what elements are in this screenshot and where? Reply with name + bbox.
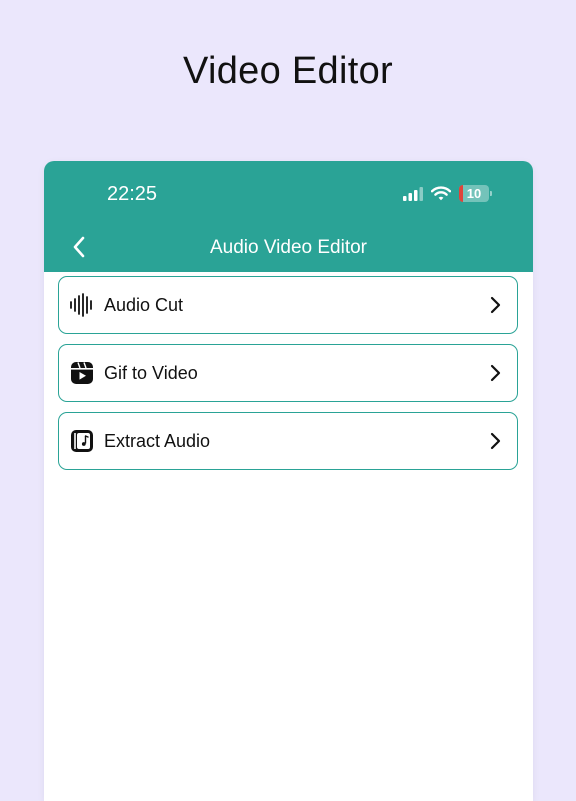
wifi-icon [431,186,451,201]
chevron-right-icon [490,432,501,450]
status-icons: 10 [403,185,492,202]
menu-item-extract-audio[interactable]: Extract Audio [58,412,518,470]
status-time: 22:25 [107,183,158,205]
waveform-icon [69,292,95,318]
video-play-icon [69,360,95,386]
signal-icon [403,186,423,201]
page-headline: Video Editor [183,50,393,92]
menu-item-label: Extract Audio [104,430,211,451]
chevron-right-icon [490,364,501,382]
phone-screen: 22:25 10 Audio Video Editor Audio Cut Gi… [44,161,533,801]
menu-item-audio-cut[interactable]: Audio Cut [58,276,518,334]
app-bar-title: Audio Video Editor [209,237,368,258]
menu-item-label: Gif to Video [104,362,198,383]
chevron-right-icon [490,296,501,314]
music-file-icon [69,428,95,454]
battery-level: 10 [466,186,482,201]
menu-item-gif-to-video[interactable]: Gif to Video [58,344,518,402]
menu-list: Audio Cut Gif to Video Extract Audio [44,272,533,470]
app-bar: 22:25 10 Audio Video Editor [44,161,533,272]
battery-icon: 10 [459,185,492,202]
menu-item-label: Audio Cut [104,294,184,315]
